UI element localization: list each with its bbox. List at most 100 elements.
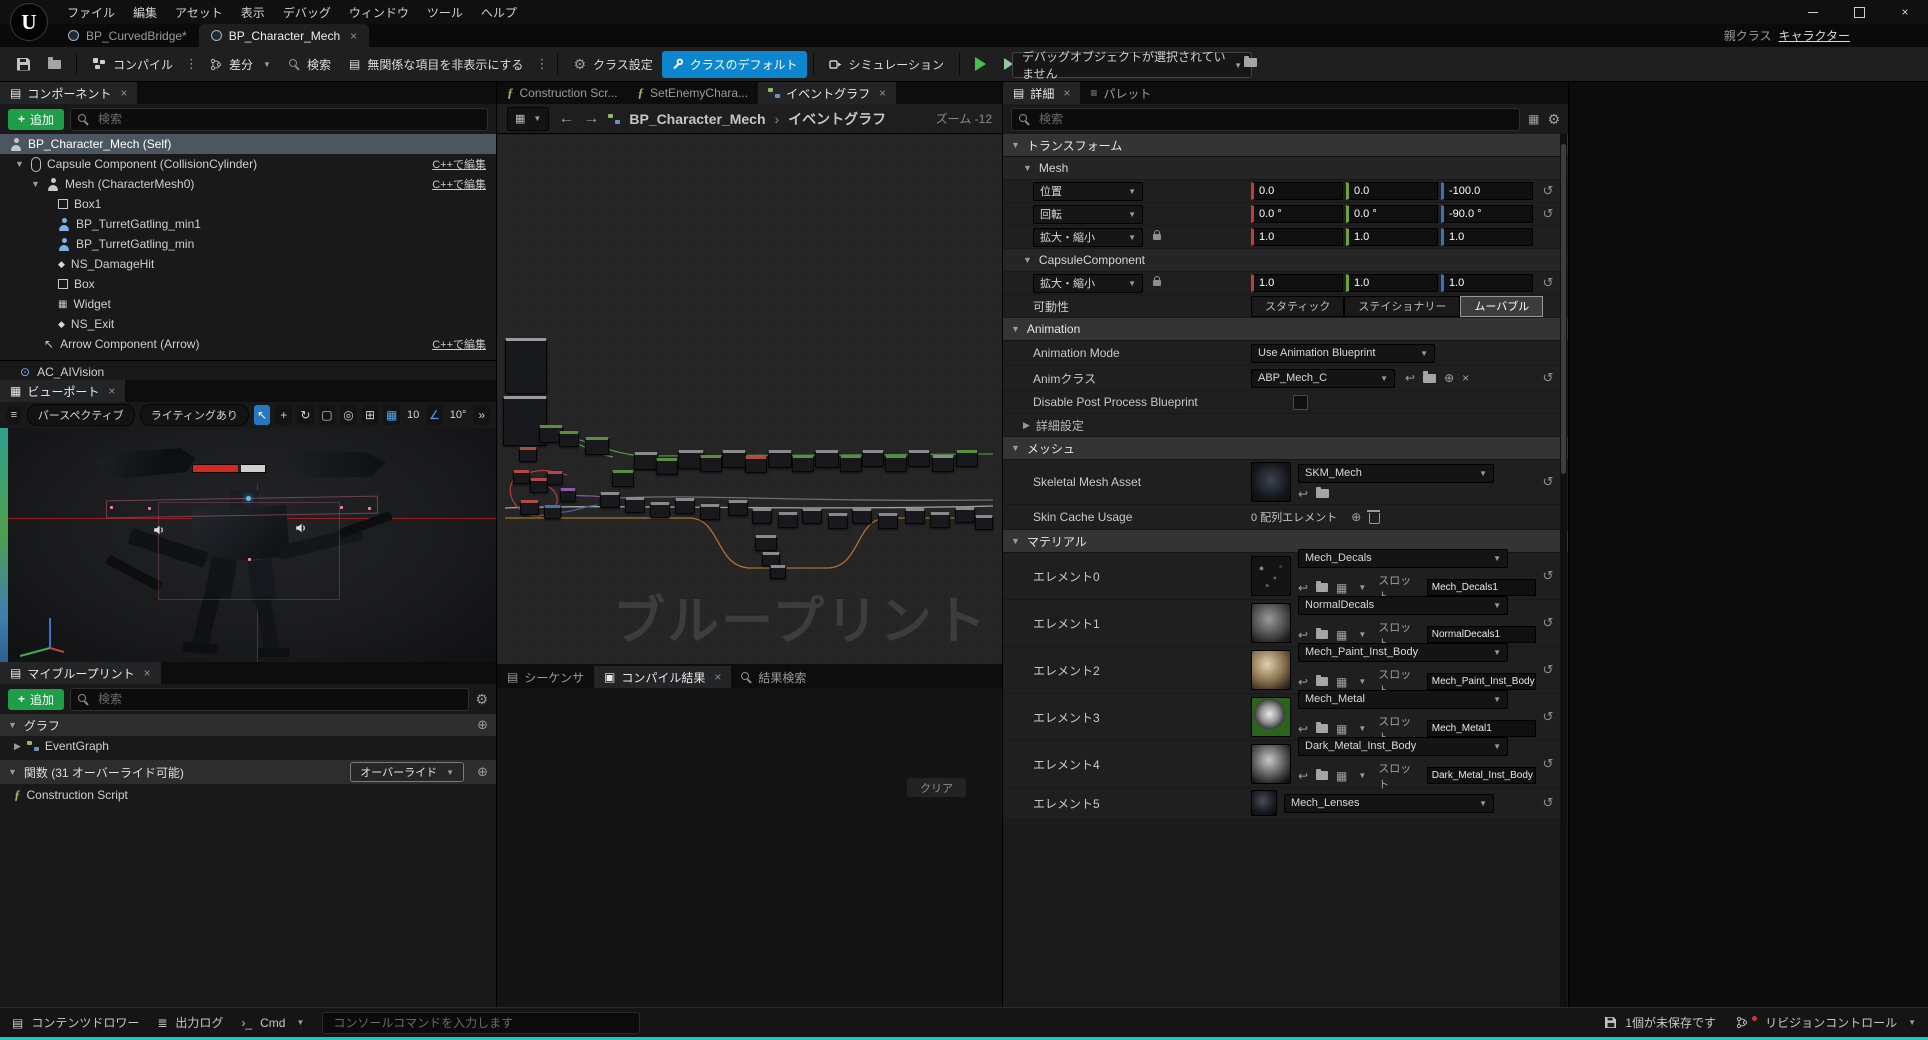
menu-tools[interactable]: ツール	[418, 0, 472, 25]
grid-snap-icon[interactable]: ▦	[383, 405, 400, 425]
revision-control-button[interactable]: リビジョンコントロール ▼	[1736, 1014, 1916, 1031]
graph-node[interactable]	[675, 498, 695, 514]
simulation-button[interactable]: シミュレーション	[820, 51, 954, 78]
scale-lock-icon[interactable]	[1153, 234, 1161, 240]
location-type-dropdown[interactable]: 位置▼	[1033, 182, 1143, 201]
graph-node[interactable]	[520, 500, 539, 515]
slot-name-field[interactable]: Mech_Metal1	[1427, 720, 1536, 737]
graph-node[interactable]	[885, 455, 907, 472]
material-thumbnail[interactable]	[1251, 556, 1291, 596]
tab-details[interactable]: ▤詳細×	[1003, 82, 1080, 104]
surface-snap-icon[interactable]: ⊞	[362, 405, 379, 425]
browse-to-asset-icon[interactable]	[1316, 489, 1329, 498]
location-z-field[interactable]: -100.0	[1441, 182, 1533, 200]
reset-material-icon[interactable]: ↺	[1536, 568, 1560, 584]
graph-node[interactable]	[770, 565, 786, 579]
menu-window[interactable]: ウィンドウ	[340, 0, 418, 25]
section-transform[interactable]: ▼トランスフォーム	[1003, 134, 1568, 157]
menu-file[interactable]: ファイル	[58, 0, 124, 25]
compile-button[interactable]: コンパイル	[83, 51, 182, 78]
material-dropdown[interactable]: Mech_Decals▼	[1298, 549, 1508, 568]
menu-view[interactable]: 表示	[232, 0, 274, 25]
move-tool-icon[interactable]: +	[275, 405, 292, 425]
graph-node[interactable]	[768, 450, 792, 468]
details-search-input[interactable]	[1037, 111, 1512, 127]
edit-cpp-link[interactable]: C++で編集	[432, 156, 490, 172]
graph-node[interactable]	[650, 502, 670, 518]
pick-asset-icon[interactable]: ▦	[1336, 675, 1347, 689]
details-scrollbar[interactable]	[1560, 134, 1567, 1007]
add-new-button[interactable]: +追加	[8, 689, 64, 710]
tree-row-ns-exit[interactable]: ◆NS_Exit	[0, 314, 496, 334]
scale-tool-icon[interactable]: ▢	[319, 405, 336, 425]
material-dropdown[interactable]: Mech_Metal▼	[1298, 690, 1508, 709]
browse-to-asset-icon[interactable]	[1316, 771, 1328, 780]
disable-post-process-checkbox[interactable]	[1293, 395, 1308, 410]
graph-node[interactable]	[547, 471, 563, 485]
clear-button[interactable]: クリア	[907, 778, 966, 797]
graph-node[interactable]	[955, 507, 975, 523]
edit-cpp-link[interactable]: C++で編集	[432, 176, 490, 192]
tab-compile-results[interactable]: ▣コンパイル結果×	[594, 666, 731, 688]
unsaved-status[interactable]: 1個が未保存です	[1604, 1014, 1716, 1031]
graph-node[interactable]	[840, 455, 862, 472]
scale-x-field[interactable]: 1.0	[1251, 228, 1343, 246]
tab-my-blueprint[interactable]: ▤ マイブループリント ×	[0, 662, 161, 684]
menu-edit[interactable]: 編集	[124, 0, 166, 25]
gear-icon[interactable]: ⚙	[475, 691, 488, 708]
content-drawer-button[interactable]: ▤ コンテンツドロワー	[12, 1014, 139, 1031]
perspective-button[interactable]: パースペクティブ	[27, 404, 135, 426]
reset-material-icon[interactable]: ↺	[1536, 795, 1560, 811]
class-defaults-button[interactable]: クラスのデフォルト	[662, 51, 807, 78]
scale-z-field[interactable]: 1.0	[1441, 228, 1533, 246]
angle-snap-value[interactable]: 10°	[448, 409, 469, 421]
use-selected-asset-icon[interactable]: ↩	[1298, 675, 1308, 689]
gear-icon[interactable]: ⚙	[1547, 111, 1560, 128]
graph-node[interactable]	[612, 470, 634, 487]
play-button[interactable]	[966, 51, 995, 78]
hide-unrelated-options-icon[interactable]: ⋮	[532, 56, 551, 72]
graph-node[interactable]	[878, 513, 898, 529]
close-tab-icon[interactable]: ×	[1063, 86, 1070, 100]
graph-node[interactable]	[905, 508, 925, 524]
slot-name-field[interactable]: Mech_Decals1	[1427, 579, 1536, 596]
expander-icon[interactable]: ▼	[8, 720, 17, 730]
find-button[interactable]: 検索	[280, 51, 340, 78]
tab-viewport[interactable]: ▦ ビューポート ×	[0, 380, 125, 402]
event-graph-canvas[interactable]: ブループリント	[497, 134, 1002, 664]
tree-row-box1[interactable]: Box1	[0, 194, 496, 214]
material-thumbnail[interactable]	[1251, 744, 1291, 784]
display-filter-icon[interactable]: ▦	[1528, 112, 1539, 126]
components-search-input[interactable]	[96, 111, 480, 127]
graph-node[interactable]	[505, 338, 547, 394]
material-dropdown[interactable]: NormalDecals▼	[1298, 596, 1508, 615]
graph-node[interactable]	[585, 437, 609, 455]
anim-class-dropdown[interactable]: ABP_Mech_C▼	[1251, 369, 1395, 388]
more-tools-icon[interactable]: »	[473, 405, 490, 425]
subsection-capsule[interactable]: ▼CapsuleComponent	[1003, 249, 1568, 272]
menu-debug[interactable]: デバッグ	[274, 0, 340, 25]
maximize-button[interactable]	[1836, 0, 1882, 24]
debug-browse-button[interactable]	[1244, 56, 1257, 70]
close-tab-icon[interactable]: ×	[144, 666, 151, 680]
graph-node[interactable]	[513, 470, 530, 484]
save-button[interactable]	[8, 51, 39, 78]
section-mesh[interactable]: ▼メッシュ	[1003, 437, 1568, 460]
skeletal-mesh-thumbnail[interactable]	[1251, 462, 1291, 502]
reset-location-icon[interactable]: ↺	[1536, 183, 1560, 199]
subsection-mesh[interactable]: ▼Mesh	[1003, 157, 1568, 180]
tab-sequencer[interactable]: ▤シーケンサ	[497, 666, 594, 688]
reset-anim-class-icon[interactable]: ↺	[1536, 370, 1560, 386]
graph-node[interactable]	[792, 455, 814, 472]
menu-asset[interactable]: アセット	[166, 0, 232, 25]
material-thumbnail[interactable]	[1251, 790, 1277, 816]
functions-section-header[interactable]: ▼ 関数 (31 オーバーライド可能) オーバーライド▼ ⊕	[0, 760, 496, 784]
reset-rotation-icon[interactable]: ↺	[1536, 206, 1560, 222]
browse-to-asset-icon[interactable]	[1316, 630, 1328, 639]
graph-node[interactable]	[930, 512, 950, 528]
graph-node[interactable]	[544, 505, 561, 519]
graph-node[interactable]	[828, 513, 848, 529]
menu-help[interactable]: ヘルプ	[472, 0, 526, 25]
graph-node[interactable]	[815, 450, 839, 468]
skeletal-mesh-dropdown[interactable]: SKM_Mech▼	[1298, 464, 1494, 483]
